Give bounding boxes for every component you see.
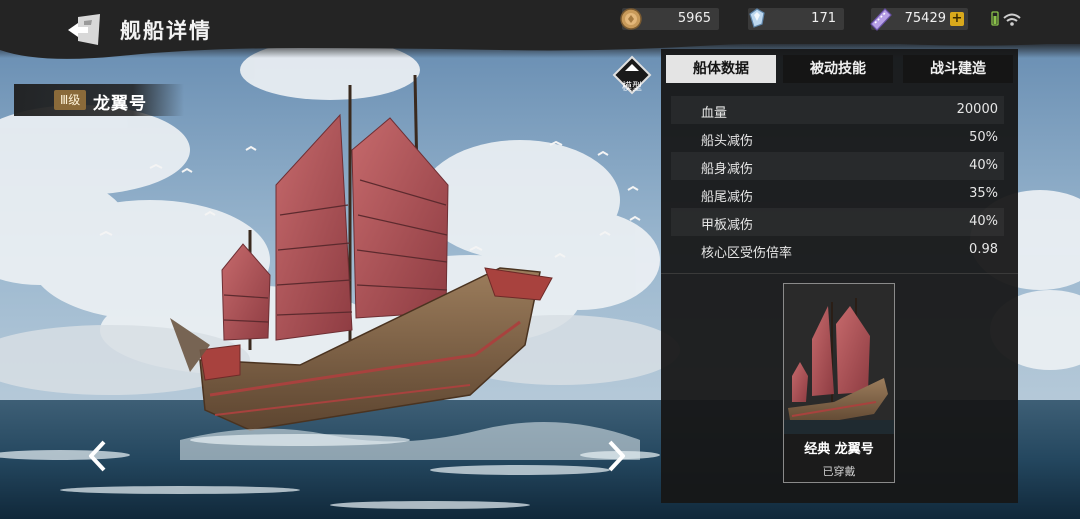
stat-row-core-damage-multiplier: 核心区受伤倍率 0.98: [671, 236, 1004, 264]
gem-counter: 171: [748, 8, 844, 30]
model-view-button[interactable]: 模型: [612, 55, 652, 95]
tab-battle-build[interactable]: 战斗建造: [903, 55, 1013, 83]
stat-row-deck-reduction: 甲板减伤 40%: [671, 208, 1004, 236]
diamond-icon: [749, 8, 765, 28]
model-view-label: 模型: [622, 82, 642, 93]
next-ship-button[interactable]: [606, 440, 626, 472]
ticket-value: 75429: [904, 11, 946, 26]
stat-value: 20000: [956, 102, 998, 117]
stat-value: 40%: [969, 214, 998, 229]
ship-grade-badge: Ⅲ级: [54, 90, 87, 110]
ticket-icon: [870, 8, 892, 31]
skin-equipped-status: 已穿戴: [822, 465, 856, 478]
ship-name-plate: Ⅲ级 龙翼号: [14, 84, 184, 116]
detail-tabs: 船体数据 被动技能 战斗建造: [666, 55, 1013, 84]
stat-value: 35%: [969, 186, 998, 201]
ship-name: 龙翼号: [93, 94, 147, 114]
stat-row-bow-reduction: 船头减伤 50%: [671, 124, 1004, 152]
gold-value: 5965: [677, 11, 711, 26]
stat-label: 核心区受伤倍率: [701, 246, 793, 261]
panel-divider: [661, 273, 1018, 274]
stat-value: 50%: [969, 130, 998, 145]
tab-hull-data[interactable]: 船体数据: [666, 55, 776, 83]
stat-value: 40%: [969, 158, 998, 173]
chevron-left-icon: [89, 440, 106, 472]
gold-counter: 5965: [620, 8, 719, 30]
stat-value: 0.98: [969, 242, 998, 257]
status-indicators: [990, 9, 1026, 29]
back-arrow-icon: [68, 14, 100, 45]
back-button[interactable]: [64, 11, 104, 49]
battery-wifi-icon: [991, 11, 1021, 26]
stat-row-stern-reduction: 船尾减伤 35%: [671, 180, 1004, 208]
add-ticket-button[interactable]: +: [950, 12, 964, 26]
stat-row-hp: 血量 20000: [671, 96, 1004, 124]
ship-details-panel: 船体数据 被动技能 战斗建造 血量 20000 船头减伤 50% 船身减伤 40…: [661, 49, 1018, 503]
gold-coin-icon: [620, 8, 642, 30]
previous-ship-button[interactable]: [88, 440, 108, 472]
hull-stats-list: 血量 20000 船头减伤 50% 船身减伤 40% 船尾减伤 35% 甲板减伤…: [671, 96, 1004, 268]
stat-label: 血量: [701, 106, 728, 121]
skin-preview-image: [784, 284, 894, 434]
gem-value: 171: [811, 11, 836, 26]
skin-name: 经典 龙翼号: [804, 442, 874, 457]
stat-label: 甲板减伤: [701, 218, 754, 233]
ticket-counter: 75429 +: [870, 8, 968, 31]
ship-skin-card[interactable]: 经典 龙翼号 已穿戴: [783, 283, 895, 483]
page-title: 舰船详情: [120, 19, 212, 43]
stat-label: 船尾减伤: [701, 190, 754, 205]
stat-label: 船头减伤: [701, 134, 754, 149]
chevron-right-icon: [608, 440, 625, 472]
stat-row-body-reduction: 船身减伤 40%: [671, 152, 1004, 180]
tab-passive-skills[interactable]: 被动技能: [783, 55, 893, 83]
stat-label: 船身减伤: [701, 162, 754, 177]
